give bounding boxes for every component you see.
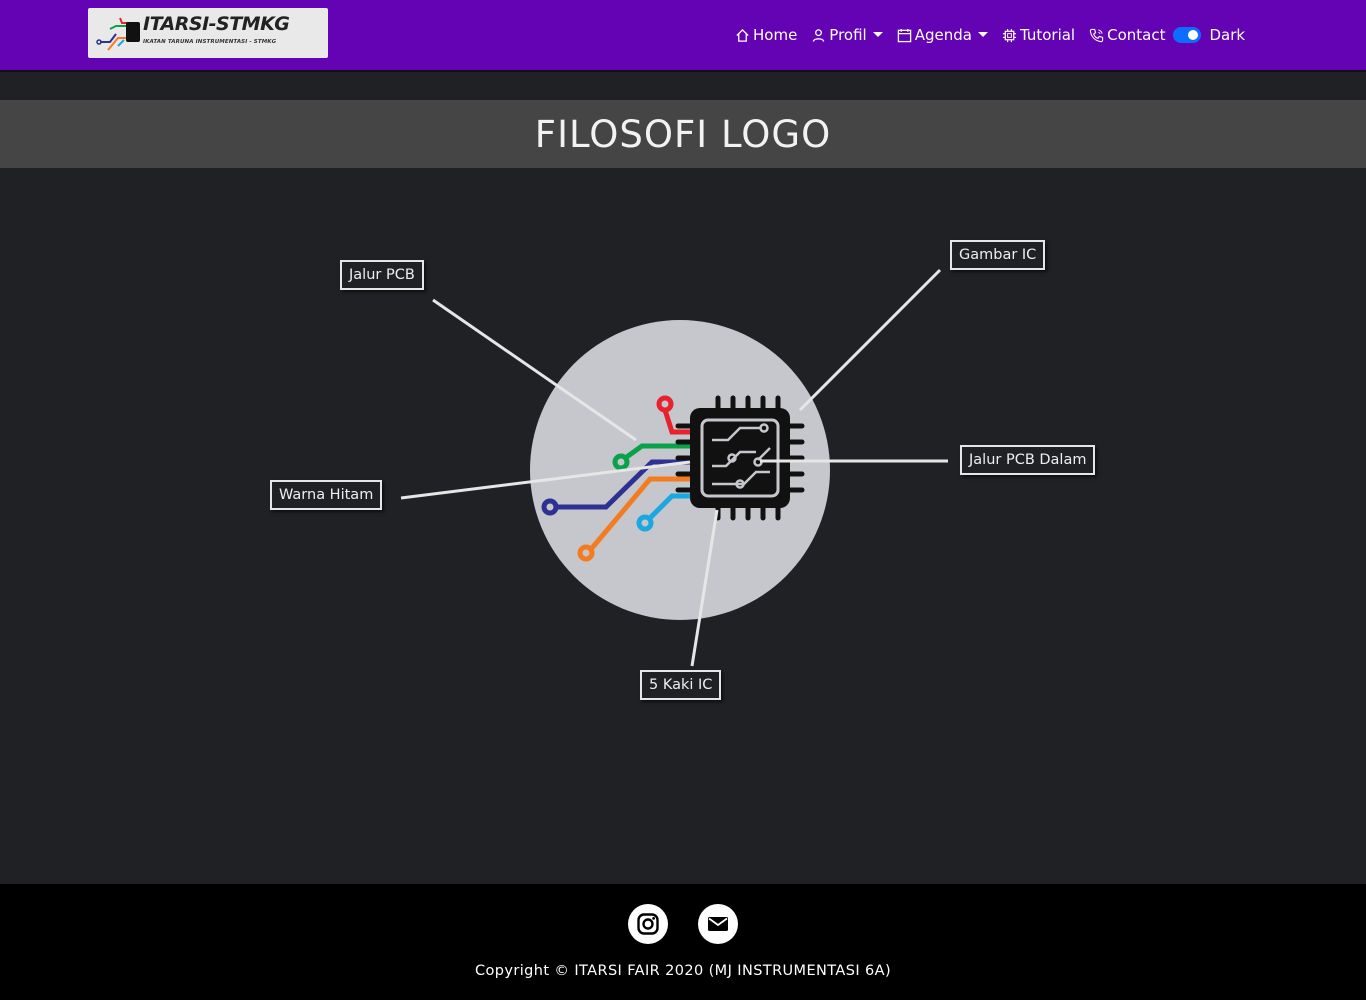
label-gambar-ic: Gambar IC [950,240,1046,270]
trace-orange-pad [577,544,595,562]
person-icon [812,28,825,42]
nav-profil-label: Profil [829,26,867,44]
leader-jalur-pcb [432,298,637,442]
navbar: ITARSI-STMKG IKATAN TARUNA INSTRUMENTASI… [0,0,1366,72]
label-warna-hitam: Warna Hitam [270,480,383,510]
label-jalur-pcb: Jalur PCB [340,260,424,290]
leader-kaki-ic [690,509,719,667]
page-title: FILOSOFI LOGO [534,112,832,156]
logo-chip-icon [96,17,140,51]
nav-home[interactable]: Home [735,26,797,44]
trace-red-pad [656,395,674,413]
ic-chip-icon [675,395,805,521]
title-band: FILOSOFI LOGO [0,100,1366,168]
pcb-traces [541,395,703,562]
trace-red [662,407,703,435]
chevron-down-icon [977,31,988,37]
nav-agenda-dropdown[interactable]: Agenda [897,26,988,44]
trace-cyan [647,493,703,521]
chevron-down-icon [872,31,883,37]
trace-green [625,443,703,459]
home-icon [736,28,749,42]
trace-green-pad [612,453,630,471]
nav-menu: Home Profil Agenda Tutorial Contact Dark [735,24,1245,46]
label-5-kaki-ic: 5 Kaki IC [640,670,722,700]
email-link[interactable] [698,904,738,944]
leader-lines [400,268,948,667]
logo-circle [530,320,830,620]
nav-profil-dropdown[interactable]: Profil [811,26,883,44]
dark-mode-toggle[interactable] [1173,27,1202,43]
calendar-icon [897,28,911,42]
leader-warna-hitam [400,460,691,500]
trace-orange [589,476,703,551]
brand-logo[interactable]: ITARSI-STMKG IKATAN TARUNA INSTRUMENTASI… [88,8,328,58]
phone-icon [1089,28,1104,42]
copyright-text: Copyright © ITARSI FAIR 2020 (MJ INSTRUM… [474,963,892,979]
cpu-icon [1002,28,1017,42]
nav-home-label: Home [753,26,798,44]
trace-cyan-pad [636,514,654,532]
brand-title: ITARSI-STMKG [143,13,290,35]
label-jalur-pcb-dalam: Jalur PCB Dalam [960,445,1096,475]
dark-mode-label: Dark [1209,26,1246,44]
nav-contact[interactable]: Contact [1089,26,1165,44]
instagram-link[interactable] [628,904,668,944]
trace-navy [553,459,703,510]
nav-tutorial-label: Tutorial [1019,26,1076,44]
mail-icon [708,917,728,931]
leader-gambar-ic [798,268,942,412]
nav-contact-label: Contact [1107,26,1166,44]
nav-tutorial[interactable]: Tutorial [1002,26,1075,44]
trace-navy-pad [541,498,559,516]
instagram-icon [637,913,659,935]
nav-agenda-label: Agenda [914,26,972,44]
brand-subtitle: IKATAN TARUNA INSTRUMENTASI - STMKG [143,39,277,45]
footer: Copyright © ITARSI FAIR 2020 (MJ INSTRUM… [0,884,1366,1000]
